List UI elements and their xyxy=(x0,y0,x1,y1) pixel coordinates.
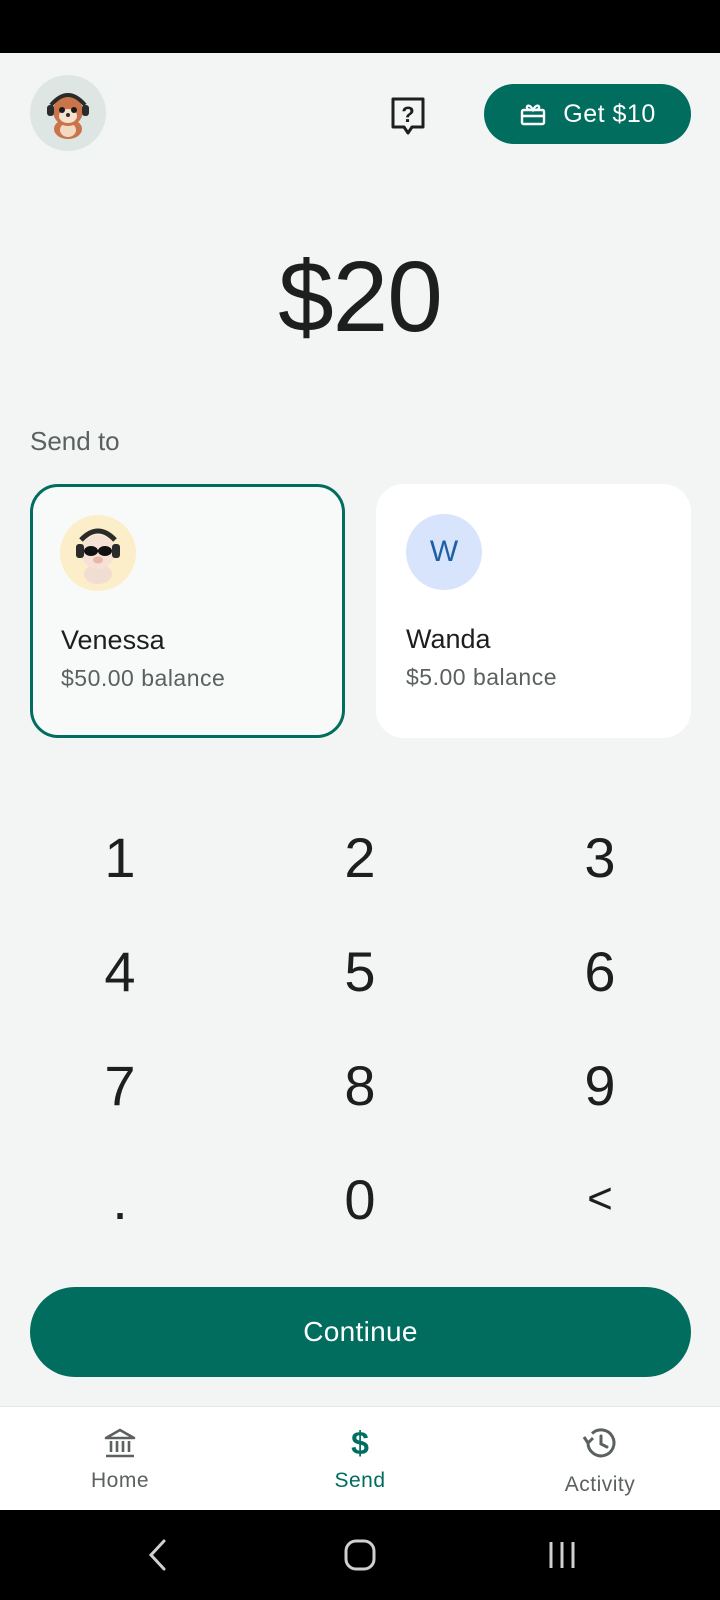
recipient-initial-avatar: W xyxy=(406,514,482,590)
system-recents-button[interactable] xyxy=(532,1530,592,1580)
system-home-button[interactable] xyxy=(330,1530,390,1580)
bottom-nav: Home $ Send Activity xyxy=(0,1406,720,1510)
continue-button[interactable]: Continue xyxy=(30,1287,691,1377)
nav-label-send: Send xyxy=(334,1469,386,1492)
amount-display: $20 xyxy=(278,241,443,353)
svg-text:?: ? xyxy=(401,102,414,127)
home-circle-icon xyxy=(344,1539,376,1571)
key-2[interactable]: 2 xyxy=(240,800,480,914)
key-7[interactable]: 7 xyxy=(0,1028,240,1142)
cartoon-pig-sunglasses-icon xyxy=(76,528,120,584)
key-6[interactable]: 6 xyxy=(480,914,720,1028)
recipient-balance: $5.00 balance xyxy=(406,664,558,690)
recipient-name: Venessa xyxy=(61,625,165,655)
get-reward-button[interactable]: Get $10 xyxy=(484,84,691,144)
recipient-balance: $50.00 balance xyxy=(61,665,226,691)
recipient-avatar xyxy=(60,515,136,591)
back-chevron-icon xyxy=(148,1539,166,1571)
nav-label-activity: Activity xyxy=(564,1473,636,1496)
key-9[interactable]: 9 xyxy=(480,1028,720,1142)
key-4[interactable]: 4 xyxy=(0,914,240,1028)
dollar-icon: $ xyxy=(351,1424,369,1461)
recipient-card-venessa[interactable]: Venessa $50.00 balance xyxy=(30,484,345,738)
gift-icon xyxy=(521,104,546,126)
get-reward-label: Get $10 xyxy=(563,99,656,128)
key-0[interactable]: 0 xyxy=(240,1142,480,1256)
key-backspace[interactable]: < xyxy=(480,1142,720,1256)
key-1[interactable]: 1 xyxy=(0,800,240,914)
recipient-name: Wanda xyxy=(406,624,491,654)
profile-avatar[interactable] xyxy=(30,75,106,151)
key-5[interactable]: 5 xyxy=(240,914,480,1028)
recents-icon xyxy=(549,1542,575,1568)
help-button[interactable]: ? xyxy=(385,93,431,139)
key-decimal[interactable]: . xyxy=(0,1142,240,1256)
status-bar xyxy=(0,0,720,53)
system-back-button[interactable] xyxy=(128,1530,188,1580)
history-icon xyxy=(582,1428,616,1458)
squirrel-avatar-icon xyxy=(47,93,89,139)
help-icon: ? xyxy=(391,97,425,135)
key-3[interactable]: 3 xyxy=(480,800,720,914)
key-8[interactable]: 8 xyxy=(240,1028,480,1142)
bank-icon xyxy=(104,1428,136,1458)
recipient-card-wanda[interactable]: W Wanda $5.00 balance xyxy=(376,484,691,738)
send-to-label: Send to xyxy=(30,426,120,456)
nav-item-send[interactable]: $ Send xyxy=(240,1407,480,1511)
nav-item-home[interactable]: Home xyxy=(0,1407,240,1511)
nav-item-activity[interactable]: Activity xyxy=(480,1407,720,1511)
system-navigation-bar xyxy=(0,1510,720,1600)
nav-label-home: Home xyxy=(90,1469,150,1492)
top-bar: ? Get $10 xyxy=(0,53,720,173)
